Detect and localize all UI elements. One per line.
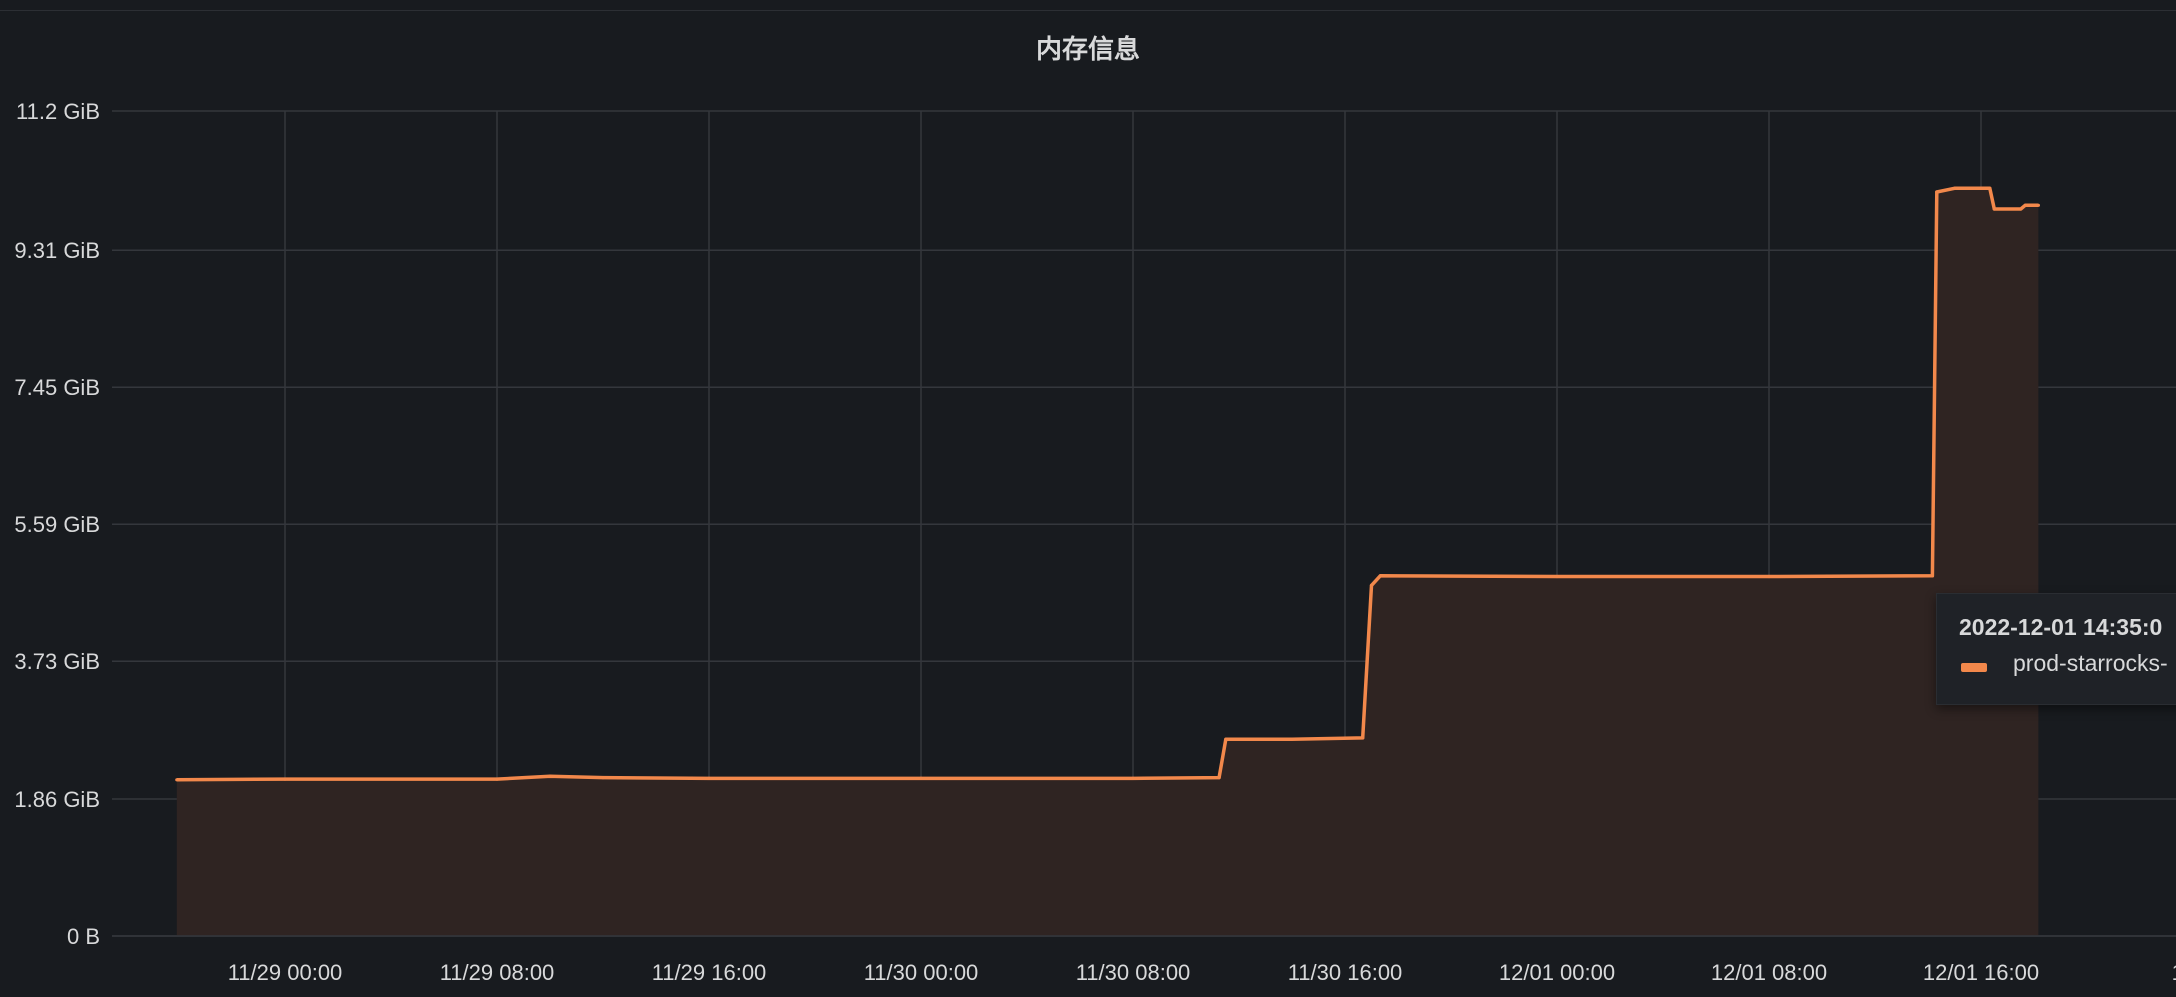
series-point <box>707 776 711 781</box>
series-point <box>1555 574 1559 579</box>
series-area <box>176 188 2039 937</box>
x-tick-label: 11/30 16:00 <box>1288 960 1403 985</box>
series-point <box>1930 574 1934 578</box>
y-tick-label: 5.59 GiB <box>14 512 100 537</box>
tooltip-series-name: prod-starrocks- <box>2013 650 2168 676</box>
hover-tooltip: 2022-12-01 14:35:0 prod-starrocks- <box>1936 593 2176 705</box>
series-point <box>1361 736 1365 740</box>
x-tick-label: 12/01 00:00 <box>1499 960 1615 985</box>
tooltip-series-swatch <box>1961 663 1987 672</box>
series-point <box>1131 776 1135 781</box>
series-point <box>2019 207 2023 211</box>
tooltip-timestamp: 2022-12-01 14:35:0 <box>1959 614 2163 640</box>
series-point <box>1992 207 1996 211</box>
x-tick-label: 11/29 08:00 <box>440 960 555 985</box>
series-point <box>1952 186 1957 190</box>
memory-panel: 内存信息 0 B 1.86 GiB 3.73 GiB 5.59 GiB 7.45 GiB… <box>0 10 2176 997</box>
series-point <box>1224 737 1228 741</box>
series-point <box>283 777 287 781</box>
series-point <box>1217 776 1221 780</box>
series-point <box>1369 583 1374 588</box>
series-point <box>1988 186 1992 190</box>
x-tick-label: 11/30 08:00 <box>1076 960 1191 985</box>
x-tick-label: 12/01 16:00 <box>1923 960 2039 985</box>
memory-chart[interactable]: 0 B 1.86 GiB 3.73 GiB 5.59 GiB 7.45 GiB 9.31 … <box>0 11 2176 997</box>
x-tick-label: 11/29 16:00 <box>652 960 767 985</box>
x-tick-label: 12/01 08:00 <box>1711 960 1827 985</box>
series-point <box>1290 737 1294 741</box>
x-tick-label: 11/30 00:00 <box>864 960 979 985</box>
series-point <box>548 774 552 778</box>
y-tick-label: 1.86 GiB <box>14 787 100 812</box>
series-point <box>1935 190 1939 194</box>
series-point <box>601 776 605 780</box>
y-tick-label: 11.2 GiB <box>16 99 100 124</box>
series-point <box>495 777 499 781</box>
series-point <box>2023 203 2027 207</box>
y-tick-label: 7.45 GiB <box>14 375 100 400</box>
series-point <box>175 778 179 782</box>
x-tick-label: 11/29 00:00 <box>228 960 343 985</box>
y-tick-label: 0 B <box>67 924 100 949</box>
y-tick-label: 3.73 GiB <box>14 649 100 674</box>
y-tick-label: 9.31 GiB <box>14 238 100 263</box>
series-point <box>1767 574 1771 579</box>
series-point <box>1378 574 1382 578</box>
series-point <box>2036 203 2040 207</box>
x-tick-label: 12/0 <box>2172 960 2176 985</box>
series-point <box>919 776 923 781</box>
